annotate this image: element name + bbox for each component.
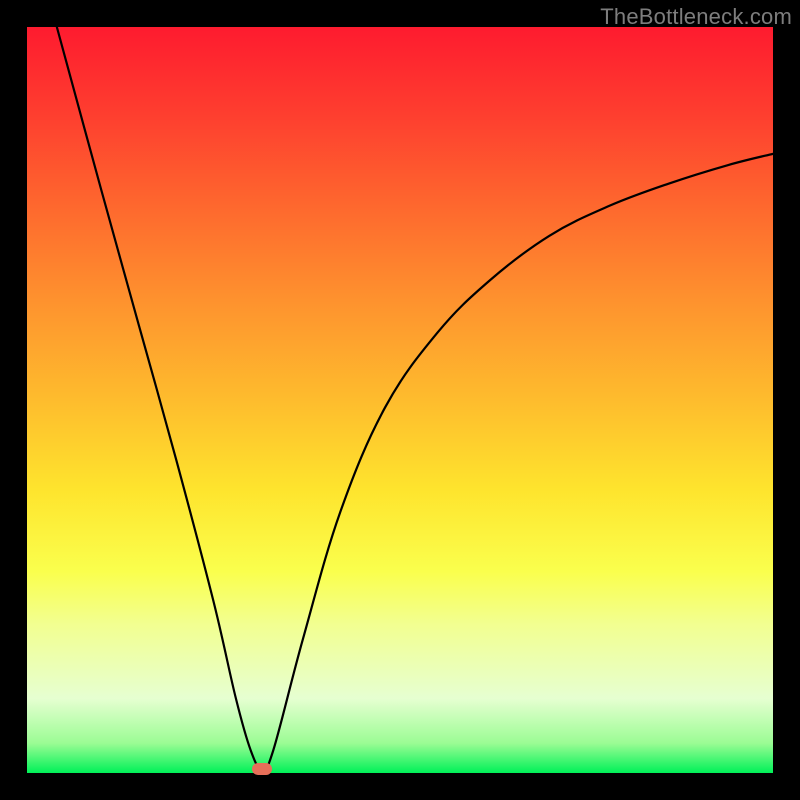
bottleneck-curve <box>27 27 773 773</box>
curve-path <box>57 27 773 770</box>
chart-frame: TheBottleneck.com <box>0 0 800 800</box>
plot-area <box>27 27 773 773</box>
optimum-point-marker <box>252 763 272 775</box>
attribution-text: TheBottleneck.com <box>600 4 792 30</box>
